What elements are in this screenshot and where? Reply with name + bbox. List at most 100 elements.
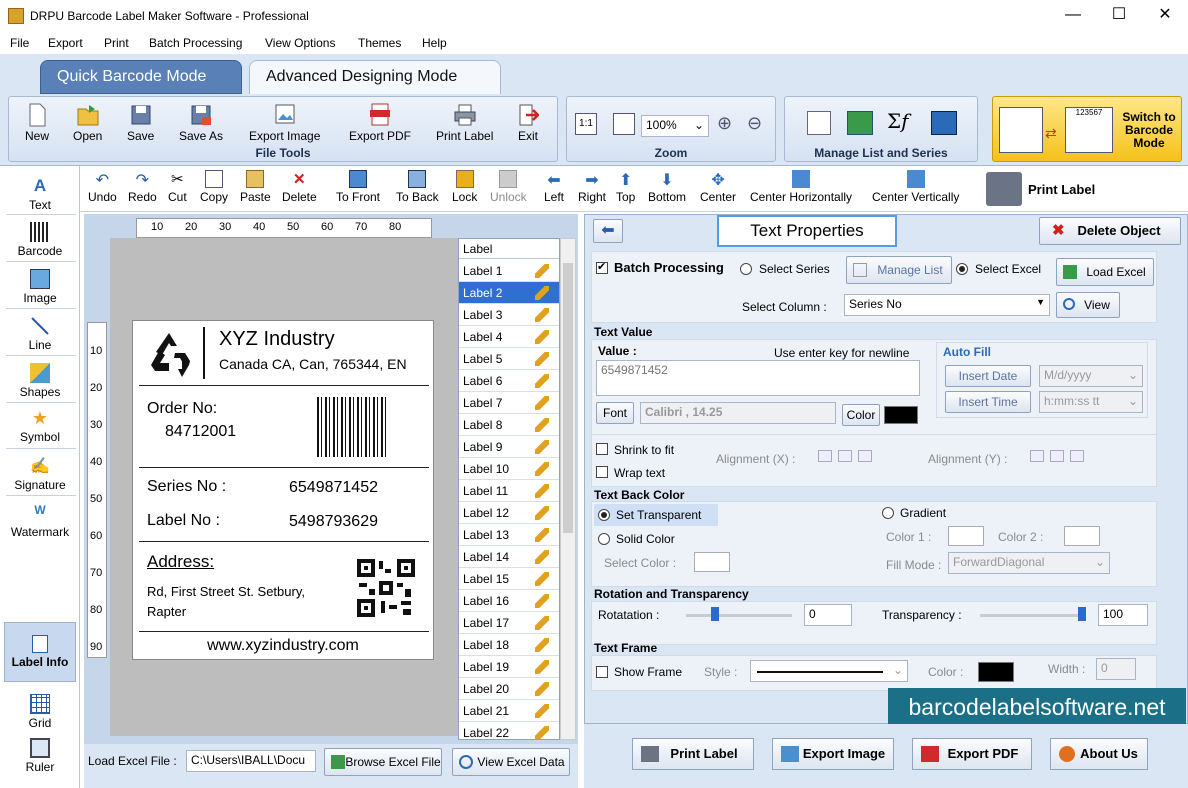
select-excel-radio[interactable]	[956, 263, 968, 275]
center-vertically-button[interactable]: Center Vertically	[872, 170, 959, 204]
edit-pencil-icon[interactable]	[535, 726, 549, 739]
align-y-top-icon[interactable]	[1030, 450, 1044, 462]
actual-size-icon[interactable]: 1:1	[575, 113, 597, 135]
paste-button[interactable]: Paste	[240, 170, 271, 204]
switch-to-barcode-mode-button[interactable]: ⇄ 123567 Switch to Barcode Mode	[992, 96, 1182, 162]
label-list-item[interactable]: Label 17	[459, 612, 559, 634]
new-button[interactable]: New	[25, 103, 49, 143]
edit-pencil-icon[interactable]	[535, 484, 549, 498]
label-info-tool[interactable]: Label Info	[4, 622, 76, 682]
print-label-toolbar-button[interactable]: Print Label	[1028, 182, 1095, 197]
shapes-tool[interactable]: Shapes	[0, 363, 80, 399]
transparency-input[interactable]: 100	[1098, 604, 1148, 626]
color-button[interactable]: Color	[842, 404, 880, 426]
label-list-item[interactable]: Label 10	[459, 458, 559, 480]
zoom-in-icon[interactable]: ⊕	[717, 113, 732, 134]
label-list-item[interactable]: Label 12	[459, 502, 559, 524]
about-us-button[interactable]: About Us	[1050, 738, 1148, 770]
align-x-left-icon[interactable]	[818, 450, 832, 462]
align-right-button[interactable]: ➡ Right	[578, 170, 606, 204]
transparency-slider[interactable]	[980, 614, 1086, 617]
export-pdf-button[interactable]: Export PDF	[349, 103, 411, 143]
label-list-item[interactable]: Label 3	[459, 304, 559, 326]
cut-button[interactable]: ✂ Cut	[168, 170, 187, 204]
label-list-item[interactable]: Label 21	[459, 700, 559, 722]
minimize-button[interactable]: —	[1050, 0, 1096, 32]
edit-pencil-icon[interactable]	[535, 352, 549, 366]
frame-color-swatch[interactable]	[978, 662, 1014, 682]
view-button[interactable]: View	[1056, 292, 1120, 318]
label-list-item[interactable]: Label 8	[459, 414, 559, 436]
set-transparent-radio[interactable]	[598, 509, 610, 521]
label-list-item[interactable]: Label 5	[459, 348, 559, 370]
label-list-item[interactable]: Label 16	[459, 590, 559, 612]
load-excel-button[interactable]: Load Excel	[1056, 258, 1154, 286]
align-left-button[interactable]: ⬅ Left	[544, 170, 564, 204]
label-list-item[interactable]: Label 2	[459, 282, 559, 304]
rotation-slider-thumb[interactable]	[711, 607, 719, 621]
edit-pencil-icon[interactable]	[535, 308, 549, 322]
label-list-item[interactable]: Label 15	[459, 568, 559, 590]
zoom-select[interactable]: 100% ⌄	[641, 115, 709, 137]
text-tool[interactable]: A Text	[0, 176, 80, 212]
label-list-item[interactable]: Label 22	[459, 722, 559, 739]
edit-pencil-icon[interactable]	[535, 418, 549, 432]
tab-advanced-designing-mode[interactable]: Advanced Designing Mode	[249, 60, 501, 94]
time-format-select[interactable]: h:mm:ss tt ⌄	[1039, 391, 1143, 413]
series-arrows-icon[interactable]	[931, 111, 957, 135]
exit-button[interactable]: Exit	[517, 103, 539, 143]
edit-pencil-icon[interactable]	[535, 616, 549, 630]
label-list-scrollbar[interactable]	[560, 238, 576, 740]
open-button[interactable]: Open	[73, 103, 102, 143]
save-as-button[interactable]: Save As	[179, 103, 223, 143]
transparency-slider-thumb[interactable]	[1078, 607, 1086, 621]
menu-print[interactable]: Print	[104, 36, 129, 50]
wrap-text-checkbox[interactable]	[596, 466, 608, 478]
show-frame-checkbox[interactable]	[596, 666, 608, 678]
menu-themes[interactable]: Themes	[358, 36, 401, 50]
excel-path-input[interactable]: C:\Users\IBALL\Docu	[186, 750, 316, 772]
rotation-slider[interactable]	[686, 614, 792, 617]
label-list-item[interactable]: Label 1	[459, 260, 559, 282]
view-excel-data-button[interactable]: View Excel Data	[452, 748, 570, 776]
lock-button[interactable]: Lock	[452, 170, 477, 204]
edit-pencil-icon[interactable]	[535, 572, 549, 586]
edit-pencil-icon[interactable]	[535, 506, 549, 520]
edit-pencil-icon[interactable]	[535, 374, 549, 388]
menu-file[interactable]: File	[10, 36, 29, 50]
label-list-item[interactable]: Label 4	[459, 326, 559, 348]
symbol-tool[interactable]: ★ Symbol	[0, 408, 80, 444]
center-button[interactable]: ✥ Center	[700, 170, 736, 204]
edit-pencil-icon[interactable]	[535, 528, 549, 542]
grid-tool[interactable]: Grid	[0, 694, 80, 730]
menu-help[interactable]: Help	[422, 36, 447, 50]
date-format-select[interactable]: M/d/yyyy ⌄	[1039, 365, 1143, 387]
copy-button[interactable]: Copy	[200, 170, 228, 204]
sigma-fx-icon[interactable]: Σ𝑓	[887, 109, 909, 133]
back-arrow-button[interactable]: ⬅	[593, 219, 623, 243]
label-card[interactable]: XYZ Industry Canada CA, Can, 765344, EN …	[132, 320, 434, 660]
save-button[interactable]: Save	[127, 103, 154, 143]
label-list-item[interactable]: Label 14	[459, 546, 559, 568]
menu-export[interactable]: Export	[48, 36, 83, 50]
delete-object-button[interactable]: ✖ Delete Object	[1039, 217, 1181, 245]
align-x-center-icon[interactable]	[838, 450, 852, 462]
undo-button[interactable]: ↶ Undo	[88, 170, 117, 204]
font-button[interactable]: Font	[596, 402, 634, 424]
align-x-right-icon[interactable]	[858, 450, 872, 462]
edit-pencil-icon[interactable]	[535, 550, 549, 564]
align-y-middle-icon[interactable]	[1050, 450, 1064, 462]
label-list-item[interactable]: Label 19	[459, 656, 559, 678]
rotation-input[interactable]: 0	[804, 604, 852, 626]
tab-quick-barcode-mode[interactable]: Quick Barcode Mode	[40, 60, 242, 94]
edit-pencil-icon[interactable]	[535, 396, 549, 410]
print-label-ribbon-button[interactable]: Print Label	[436, 103, 493, 143]
excel-icon[interactable]	[847, 111, 873, 135]
select-column-dropdown[interactable]: Series No ▼	[844, 294, 1050, 316]
edit-pencil-icon[interactable]	[535, 660, 549, 674]
edit-pencil-icon[interactable]	[535, 440, 549, 454]
edit-pencil-icon[interactable]	[535, 264, 549, 278]
maximize-button[interactable]: ☐	[1096, 0, 1142, 32]
frame-width-input[interactable]: 0	[1096, 658, 1136, 680]
watermark-tool[interactable]: W Watermark	[0, 503, 80, 539]
